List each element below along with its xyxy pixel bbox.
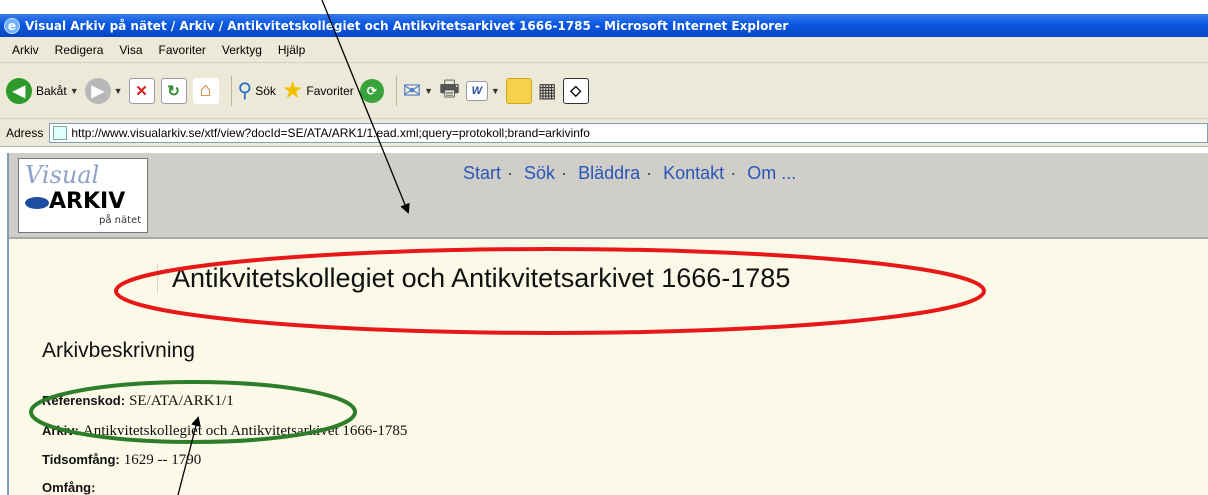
research-button[interactable]: ▦	[538, 78, 557, 103]
page-icon	[53, 125, 68, 140]
internet-explorer-icon: e	[4, 17, 20, 34]
window-title-bar: e Visual Arkiv på nätet / Arkiv / Antikv…	[0, 14, 1208, 37]
chevron-down-icon[interactable]: ▼	[70, 86, 79, 96]
menu-favoriter[interactable]: Favoriter	[159, 43, 206, 57]
nav-om[interactable]: Om ...	[747, 163, 796, 183]
address-label: Adress	[6, 125, 44, 140]
home-button[interactable]: ⌂	[192, 77, 219, 104]
back-button[interactable]: ◀ Bakåt ▼	[6, 77, 79, 104]
notes-button[interactable]	[505, 77, 532, 104]
field-omfang: Omfång:	[42, 480, 99, 495]
site-header: Visual ARKIV på nätet Start · Sök · Bläddr…	[9, 153, 1208, 239]
discuss-button[interactable]: ◇	[562, 77, 589, 104]
forward-arrow-icon: ▶	[84, 77, 111, 104]
logo-visual-text: Visual	[25, 161, 100, 189]
visual-arkiv-logo[interactable]: Visual ARKIV på nätet	[18, 158, 148, 233]
field-referenskod: Referenskod: SE/ATA/ARK1/1	[42, 393, 234, 410]
back-label: Bakåt	[36, 83, 67, 98]
menu-arkiv[interactable]: Arkiv	[12, 43, 39, 57]
field-label: Arkiv:	[42, 423, 79, 438]
refresh-button[interactable]: ↻	[160, 77, 187, 104]
search-icon: ⚲	[237, 80, 253, 102]
field-label: Referenskod:	[42, 393, 126, 408]
menu-verktyg[interactable]: Verktyg	[222, 43, 262, 57]
history-button[interactable]: ⟳	[359, 78, 384, 103]
field-value: 1629 -- 1790	[123, 452, 202, 468]
chevron-down-icon[interactable]: ▼	[424, 86, 433, 96]
favorites-button[interactable]: ★ Favoriter	[282, 76, 354, 105]
nav-separator: ·	[646, 163, 653, 183]
field-tidsomfang: Tidsomfång: 1629 -- 1790	[42, 452, 201, 469]
print-button[interactable]: 🖶	[439, 72, 460, 110]
site-nav: Start · Sök · Bläddra · Kontakt · Om ...	[463, 163, 796, 184]
field-label: Omfång:	[42, 480, 96, 495]
menu-hjalp[interactable]: Hjälp	[278, 43, 305, 57]
chevron-down-icon[interactable]: ▼	[491, 86, 500, 96]
section-heading: Arkivbeskrivning	[42, 339, 195, 362]
address-url: http://www.visualarkiv.se/xtf/view?docId…	[71, 125, 590, 140]
menu-visa[interactable]: Visa	[119, 43, 142, 57]
refresh-icon: ↻	[167, 82, 180, 100]
toolbar-separator	[230, 75, 232, 106]
edit-button[interactable]: W ▼	[465, 80, 500, 101]
page-content: Visual ARKIV på nätet Start · Sök · Bläddr…	[7, 153, 1208, 495]
menu-bar: Arkiv Redigera Visa Favoriter Verktyg Hj…	[0, 37, 1208, 63]
nav-sok[interactable]: Sök	[524, 163, 555, 183]
window-title: Visual Arkiv på nätet / Arkiv / Antikvit…	[25, 18, 789, 33]
diamond-icon: ◇	[570, 82, 582, 98]
mail-icon: ✉	[402, 77, 422, 103]
print-icon: 🖶	[439, 75, 460, 101]
mail-button[interactable]: ✉ ▼	[403, 78, 433, 104]
logo-subtitle: på nätet	[99, 215, 142, 226]
back-arrow-icon: ◀	[6, 77, 32, 104]
history-icon: ⟳	[366, 83, 377, 98]
nav-separator: ·	[730, 163, 737, 183]
eye-icon	[25, 197, 49, 209]
search-button[interactable]: ⚲ Sök	[238, 78, 276, 103]
word-icon: W	[465, 80, 488, 101]
nav-separator: ·	[507, 163, 514, 183]
toolbar: ◀ Bakåt ▼ ▶ ▼ ✕ ↻ ⌂ ⚲ Sök ★ Favoriter ⟳ …	[0, 63, 1208, 119]
document-title: Antikvitetskollegiet och Antikvitetsarki…	[157, 263, 790, 294]
search-label: Sök	[255, 83, 276, 98]
toolbar-separator	[395, 75, 397, 106]
nav-separator: ·	[561, 163, 568, 183]
favorites-label: Favoriter	[306, 83, 354, 98]
stop-icon: ✕	[135, 82, 148, 100]
stop-button[interactable]: ✕	[128, 77, 155, 104]
field-arkiv: Arkiv: Antikvitetskollegiet och Antikvite…	[42, 423, 407, 440]
research-icon: ▦	[537, 80, 557, 102]
home-icon: ⌂	[199, 79, 212, 101]
star-icon: ★	[281, 77, 304, 104]
nav-kontakt[interactable]: Kontakt	[663, 163, 724, 183]
field-label: Tidsomfång:	[42, 452, 120, 467]
nav-bladdra[interactable]: Bläddra	[578, 163, 640, 183]
forward-button[interactable]: ▶ ▼	[84, 77, 123, 104]
menu-redigera[interactable]: Redigera	[55, 43, 104, 57]
address-input[interactable]: http://www.visualarkiv.se/xtf/view?docId…	[49, 122, 1208, 143]
address-bar: Adress http://www.visualarkiv.se/xtf/vie…	[0, 119, 1208, 147]
logo-arkiv-text: ARKIV	[49, 189, 126, 214]
chevron-down-icon[interactable]: ▼	[114, 86, 123, 96]
nav-start[interactable]: Start	[463, 163, 501, 183]
field-value: SE/ATA/ARK1/1	[129, 393, 234, 409]
field-value: Antikvitetskollegiet och Antikvitetsarki…	[82, 423, 408, 439]
